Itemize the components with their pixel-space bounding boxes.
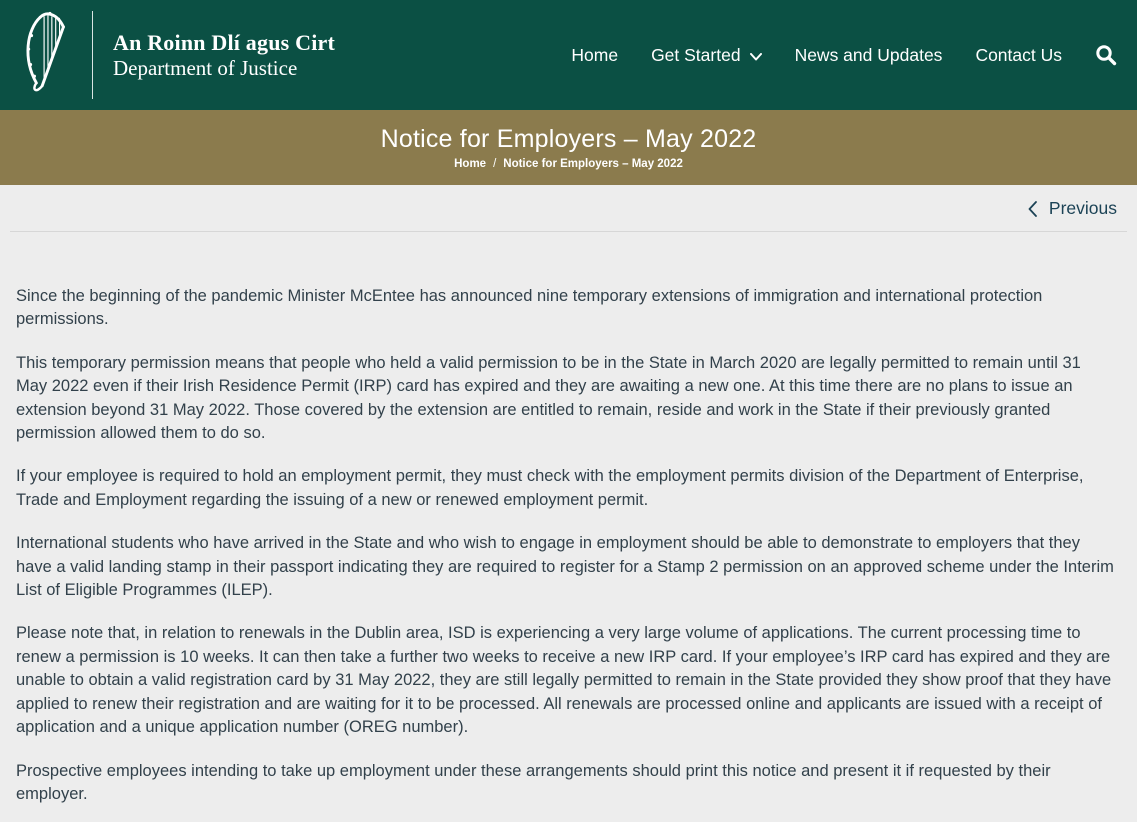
paragraph: If your employee is required to hold an …: [16, 465, 1115, 512]
breadcrumb-current: Notice for Employers – May 2022: [503, 158, 683, 170]
nav-item-contact-us[interactable]: Contact Us: [975, 45, 1062, 66]
paragraph: International students who have arrived …: [16, 532, 1115, 602]
logo-divider: [92, 11, 93, 99]
nav-item-label: Contact Us: [975, 45, 1062, 66]
search-button[interactable]: [1095, 44, 1117, 66]
nav-item-get-started[interactable]: Get Started: [651, 45, 762, 66]
previous-link[interactable]: Previous: [1028, 198, 1117, 219]
breadcrumb: Home / Notice for Employers – May 2022: [454, 158, 683, 170]
article-content: Since the beginning of the pandemic Mini…: [0, 232, 1137, 806]
breadcrumb-home-link[interactable]: Home: [454, 158, 486, 170]
page-title-banner: Notice for Employers – May 2022 Home / N…: [0, 110, 1137, 185]
paragraph: Prospective employees intending to take …: [16, 760, 1115, 807]
breadcrumb-separator: /: [493, 158, 496, 170]
paragraph: Please note that, in relation to renewal…: [16, 622, 1115, 739]
nav-item-label: News and Updates: [795, 45, 943, 66]
main-nav: Home Get Started News and Updates Contac…: [571, 44, 1117, 66]
previous-label: Previous: [1049, 198, 1117, 219]
logo-title-irish: An Roinn Dlí agus Cirt: [113, 30, 335, 56]
logo-title-english: Department of Justice: [113, 56, 335, 81]
paragraph: This temporary permission means that peo…: [16, 352, 1115, 446]
nav-item-news-and-updates[interactable]: News and Updates: [795, 45, 943, 66]
nav-item-home[interactable]: Home: [571, 45, 618, 66]
irish-harp-icon: [18, 8, 76, 103]
chevron-left-icon: [1028, 201, 1037, 217]
paragraph: Since the beginning of the pandemic Mini…: [16, 285, 1115, 332]
department-logo[interactable]: An Roinn Dlí agus Cirt Department of Jus…: [113, 30, 335, 81]
nav-item-label: Home: [571, 45, 618, 66]
post-navigation: Previous: [0, 185, 1137, 231]
chevron-down-icon: [750, 53, 762, 61]
search-icon: [1095, 44, 1117, 66]
nav-item-label: Get Started: [651, 45, 741, 66]
site-header: An Roinn Dlí agus Cirt Department of Jus…: [0, 0, 1137, 110]
page-title: Notice for Employers – May 2022: [381, 125, 757, 154]
